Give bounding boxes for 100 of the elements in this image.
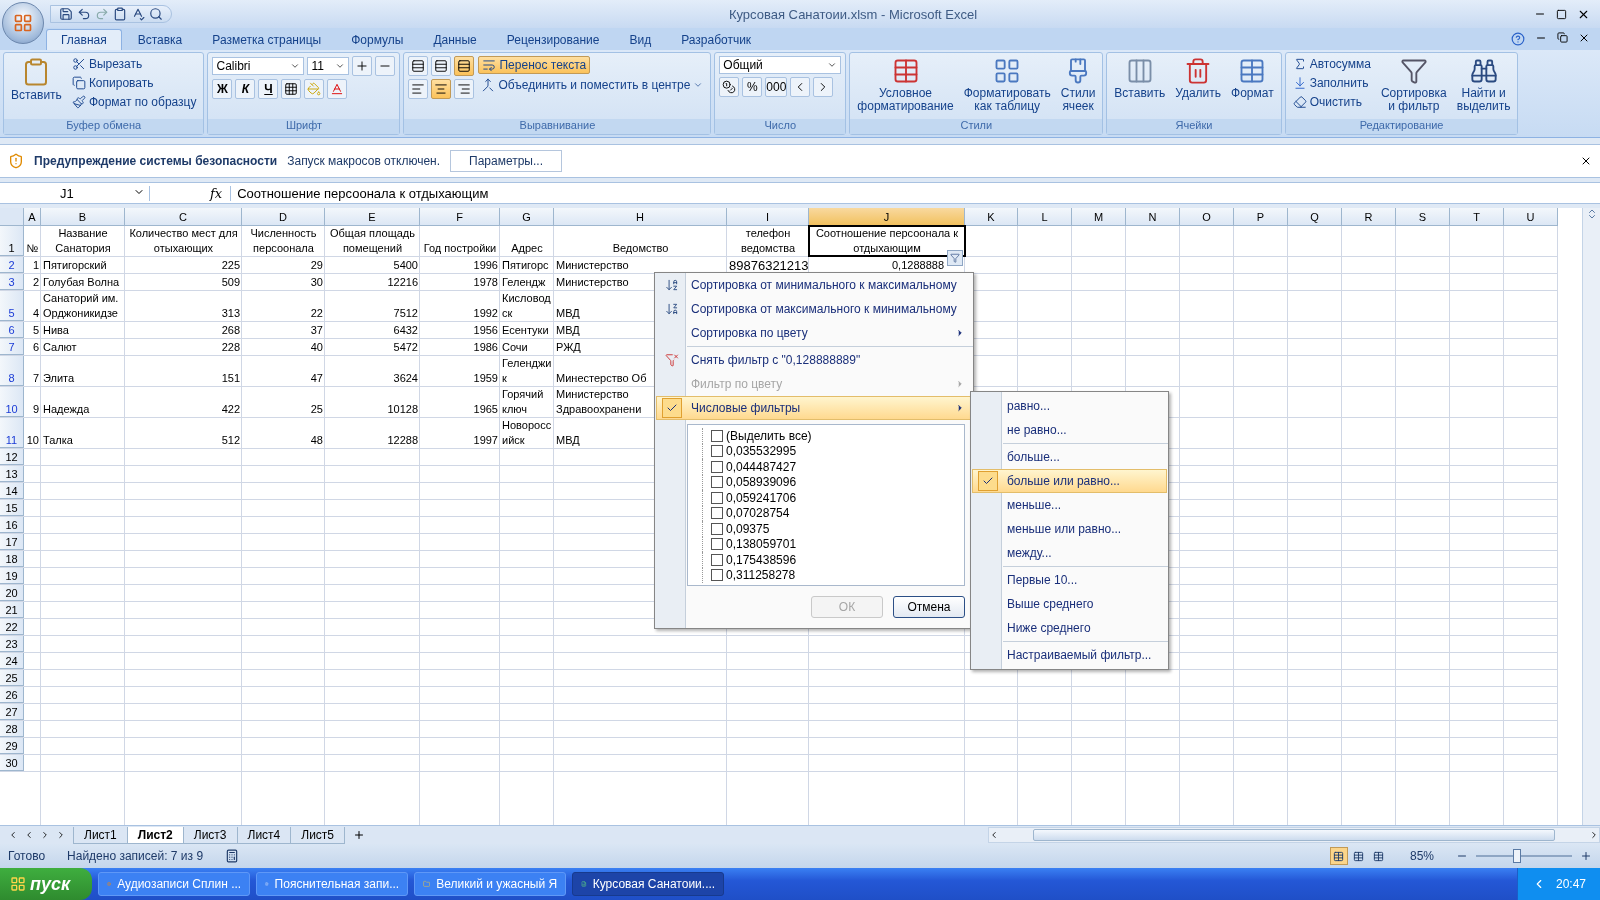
taskbar-button[interactable]: Пояснительная запи... [256, 872, 409, 896]
undo-icon[interactable] [77, 7, 91, 21]
column-header[interactable]: N [1126, 208, 1180, 226]
row-header[interactable]: 23 [0, 636, 24, 652]
save-icon[interactable] [59, 7, 73, 21]
conditional-formatting-button[interactable]: Условное форматирование [854, 56, 957, 114]
ribbon-tab[interactable]: Главная [46, 29, 122, 50]
row-header[interactable]: 19 [0, 568, 24, 584]
checkbox[interactable] [711, 553, 723, 566]
horizontal-align-button[interactable] [454, 79, 475, 99]
row-header[interactable]: 12 [0, 449, 24, 465]
format-painter-button[interactable]: Формат по образцу [68, 94, 200, 110]
row-header[interactable]: 25 [0, 670, 24, 686]
sheet-tab[interactable]: Лист5 [290, 826, 346, 844]
underline-button[interactable]: Ч [258, 79, 279, 99]
column-header[interactable]: B [41, 208, 125, 226]
row-header[interactable]: 6 [0, 322, 24, 338]
row-header[interactable]: 7 [0, 339, 24, 355]
menu-item[interactable]: не равно... [972, 418, 1167, 442]
number-format-field[interactable]: Общий [719, 56, 842, 74]
fill-button[interactable]: Заполнить [1289, 75, 1374, 91]
checkbox[interactable] [711, 507, 723, 520]
taskbar-button[interactable]: Аудиозаписи Сплин ... [98, 872, 251, 896]
menu-item[interactable]: Числовые фильтры [656, 396, 972, 420]
ribbon-tab[interactable]: Вид [615, 30, 666, 50]
menu-item[interactable]: Сортировка от максимального к минимальному [656, 297, 972, 321]
checkbox[interactable] [711, 445, 723, 458]
row-header[interactable]: 21 [0, 602, 24, 618]
checkbox[interactable] [711, 429, 723, 442]
column-header[interactable]: S [1396, 208, 1450, 226]
close-icon[interactable] [1580, 155, 1592, 167]
clear-button[interactable]: Очистить [1289, 94, 1374, 110]
formula-field[interactable]: Соотношение персоонала к отдыхающим [231, 185, 1600, 201]
clipboard-icon[interactable] [113, 7, 127, 21]
restore-icon[interactable] [1557, 32, 1568, 43]
help-icon[interactable] [1511, 32, 1525, 46]
function-label[interactable]: fx [150, 185, 232, 201]
close-icon[interactable] [1578, 32, 1590, 44]
next-sheet-icon[interactable] [40, 830, 50, 840]
row-header[interactable]: 16 [0, 517, 24, 533]
find-select-button[interactable]: Найти и выделить [1453, 56, 1514, 114]
column-header[interactable]: K [965, 208, 1018, 226]
restore-icon[interactable] [1556, 8, 1567, 20]
row-header[interactable]: 2 [0, 257, 24, 273]
vertical-align-button[interactable] [431, 56, 452, 76]
row-header[interactable]: 22 [0, 619, 24, 635]
autosum-button[interactable]: Автосумма [1289, 56, 1374, 72]
delete-cells-button[interactable]: Удалить [1172, 56, 1225, 101]
column-header[interactable]: O [1180, 208, 1234, 226]
fill-color-button[interactable] [304, 79, 325, 99]
start-button[interactable]: пуск [0, 868, 93, 900]
row-header[interactable]: 20 [0, 585, 24, 601]
new-sheet-icon[interactable] [353, 829, 366, 841]
row-header[interactable]: 28 [0, 721, 24, 737]
ribbon-tab[interactable]: Рецензирование [492, 30, 614, 50]
bold-button[interactable]: Ж [212, 79, 233, 99]
wrap-text-button[interactable]: Перенос текста [478, 56, 591, 74]
column-header[interactable]: F [420, 208, 500, 226]
row-header[interactable]: 1 [0, 226, 24, 256]
copy-button[interactable]: Копировать [68, 75, 200, 91]
italic-button[interactable]: К [235, 79, 256, 99]
menu-item[interactable]: Настраиваемый фильтр... [972, 643, 1167, 667]
menu-item[interactable]: меньше... [972, 493, 1167, 517]
row-header[interactable]: 10 [0, 387, 24, 417]
vertical-align-button[interactable] [454, 56, 475, 76]
cell-styles-button[interactable]: Стили ячеек [1057, 56, 1099, 114]
row-header[interactable]: 14 [0, 483, 24, 499]
name-box[interactable]: J1 [0, 185, 150, 201]
column-header[interactable]: G [500, 208, 554, 226]
search-icon[interactable] [149, 7, 163, 21]
row-header[interactable]: 18 [0, 551, 24, 567]
format-as-table-button[interactable]: Форматировать как таблицу [960, 56, 1054, 114]
checkbox[interactable] [711, 569, 723, 582]
merge-button[interactable]: Объединить и поместить в центре [478, 77, 707, 93]
row-header[interactable]: 30 [0, 755, 24, 771]
column-header[interactable]: A [24, 208, 41, 226]
insert-cells-button[interactable]: Вставить [1111, 56, 1169, 101]
taskbar-button[interactable]: Великий и ужасный Я [414, 872, 567, 896]
column-header[interactable]: H [554, 208, 727, 226]
menu-item[interactable]: Ниже среднего [972, 616, 1167, 640]
horizontal-scrollbar[interactable] [988, 827, 1600, 843]
spell-check-icon[interactable] [131, 7, 145, 21]
checkbox[interactable] [711, 476, 723, 489]
row-header[interactable]: 15 [0, 500, 24, 516]
ribbon-tab[interactable]: Разметка страницы [198, 30, 336, 50]
row-header[interactable]: 26 [0, 687, 24, 703]
row-header[interactable]: 8 [0, 356, 24, 386]
font-name-field[interactable]: Calibri [212, 57, 305, 75]
ribbon-tab[interactable]: Формулы [337, 30, 418, 50]
menu-item[interactable]: больше... [972, 445, 1167, 469]
format-cells-button[interactable]: Формат [1228, 56, 1277, 101]
borders-button[interactable] [281, 79, 302, 99]
taskbar-button[interactable]: Курсовая Санатоии.... [572, 872, 725, 896]
row-header[interactable]: 27 [0, 704, 24, 720]
thousands-button[interactable]: 000 [765, 77, 788, 97]
row-header[interactable]: 17 [0, 534, 24, 550]
currency-button[interactable] [719, 77, 740, 97]
menu-item[interactable]: равно... [972, 394, 1167, 418]
menu-item[interactable]: Снять фильтр с "0,128888889" [656, 348, 972, 372]
row-header[interactable]: 5 [0, 291, 24, 321]
